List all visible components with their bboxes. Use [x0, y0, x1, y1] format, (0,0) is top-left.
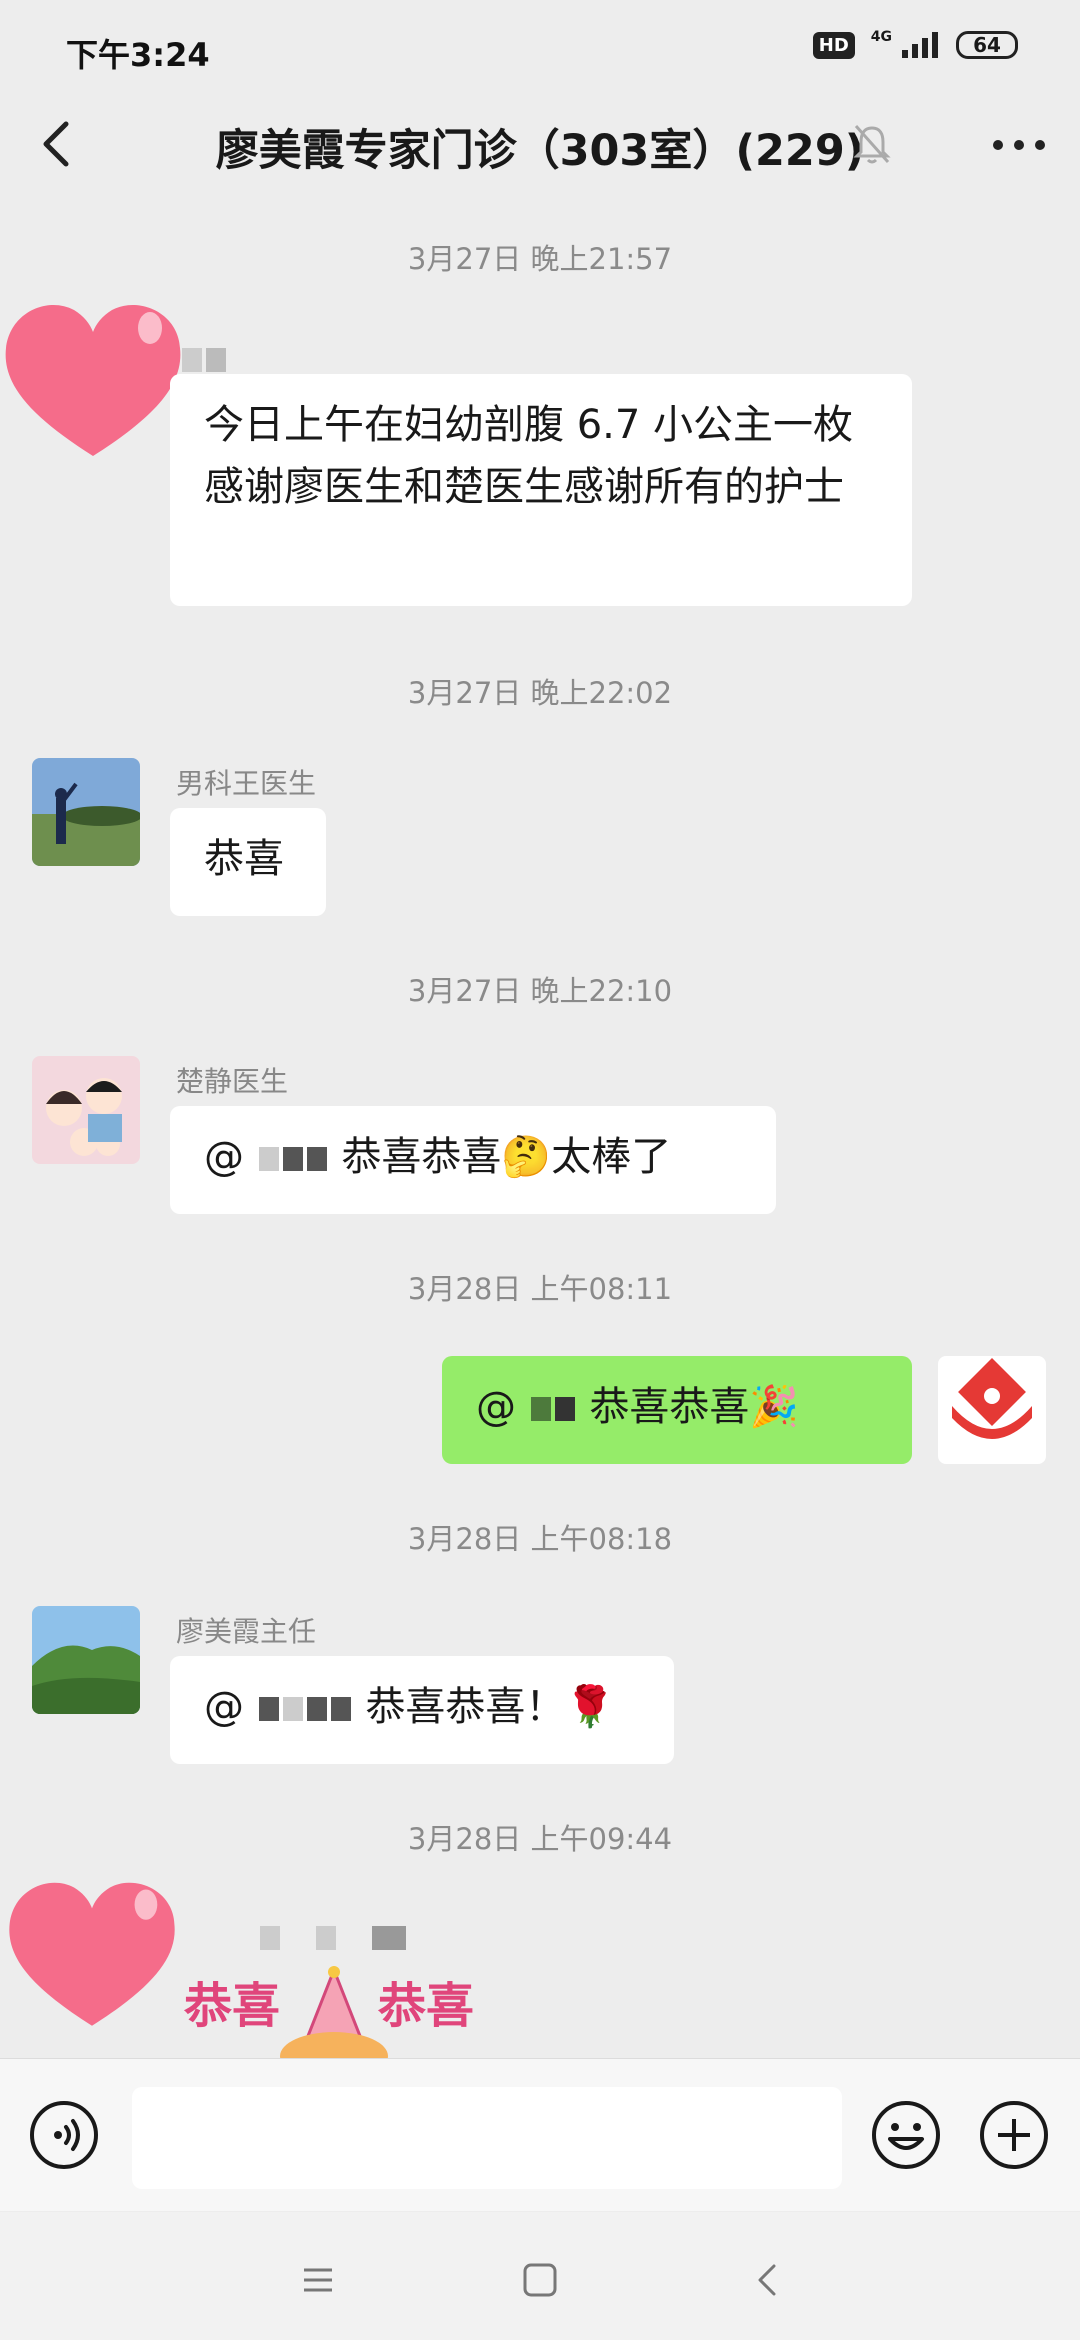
status-time: 下午3:24 [66, 36, 210, 74]
avatar[interactable] [32, 1056, 140, 1164]
timestamp: 3月27日 晚上22:02 [407, 676, 673, 710]
blurred-sender-name [258, 1926, 408, 1950]
timestamp: 3月28日 上午08:11 [407, 1272, 673, 1306]
heart-avatar-icon[interactable] [0, 288, 186, 464]
blurred-mention [529, 1384, 577, 1430]
message-bubble-2[interactable]: 恭喜 [170, 808, 326, 916]
sticker-message[interactable]: 恭喜 恭喜 [184, 1966, 504, 2058]
timestamp: 3月28日 上午08:18 [407, 1522, 673, 1556]
party-hat-icon [280, 1966, 388, 2058]
network-type: 4G [870, 29, 892, 45]
status-icons: HD 4G 64 [812, 29, 1018, 60]
input-bar [0, 2058, 1080, 2211]
home-icon[interactable] [512, 2252, 568, 2308]
heart-avatar-icon[interactable] [4, 1866, 180, 2034]
hd-badge: HD [812, 31, 855, 59]
plus-icon[interactable] [978, 2099, 1050, 2171]
status-bar: 下午3:24 HD 4G 64 [0, 0, 1080, 100]
message-bubble-mine[interactable]: @ 恭喜恭喜🎉 [442, 1356, 912, 1464]
more-icon[interactable] [984, 120, 1054, 170]
my-avatar[interactable] [938, 1356, 1046, 1464]
battery-indicator: 64 [956, 31, 1018, 59]
voice-icon[interactable] [28, 2099, 100, 2171]
emoji-icon[interactable] [870, 2099, 942, 2171]
message-list[interactable]: 3月27日 晚上21:57 今日上午在妇幼剖腹 6.7 小公主一枚感谢廖医生和楚… [0, 190, 1080, 2058]
menu-icon[interactable] [290, 2252, 346, 2308]
chat-header: 廖美霞专家门诊（303室）(229) [0, 100, 1080, 190]
chat-title: 廖美霞专家门诊（303室）(229) [215, 126, 865, 176]
timestamp: 3月28日 上午09:44 [407, 1822, 673, 1856]
blurred-sender-name [180, 348, 228, 372]
sender-name: 男科王医生 [176, 767, 317, 800]
timestamp: 3月27日 晚上22:10 [407, 974, 673, 1008]
sender-name: 楚静医生 [176, 1065, 289, 1098]
sender-name: 廖美霞主任 [176, 1615, 317, 1648]
message-text: 恭喜恭喜🎉 [589, 1384, 800, 1430]
message-input[interactable] [132, 2087, 842, 2189]
sticker-text-left: 恭喜 [184, 1978, 281, 2034]
signal-icon [902, 32, 938, 58]
system-nav-bar [0, 2212, 1080, 2340]
mention-at: @ [204, 1684, 244, 1730]
message-text: 恭喜恭喜🤔太棒了 [341, 1134, 672, 1180]
message-bubble-3[interactable]: @ 恭喜恭喜🤔太棒了 [170, 1106, 776, 1214]
message-bubble-5[interactable]: @ 恭喜恭喜！🌹 [170, 1656, 674, 1764]
mention-at: @ [204, 1134, 244, 1180]
mention-at: @ [476, 1384, 516, 1430]
blurred-mention [257, 1134, 329, 1180]
avatar[interactable] [32, 1606, 140, 1714]
nav-back-icon[interactable] [740, 2252, 796, 2308]
blurred-mention [257, 1684, 353, 1730]
mute-bell-icon [853, 125, 891, 164]
message-bubble-1[interactable]: 今日上午在妇幼剖腹 6.7 小公主一枚感谢廖医生和楚医生感谢所有的护士 [170, 374, 912, 606]
timestamp: 3月27日 晚上21:57 [407, 242, 673, 276]
message-text: 恭喜恭喜！🌹 [365, 1684, 616, 1730]
avatar[interactable] [32, 758, 140, 866]
